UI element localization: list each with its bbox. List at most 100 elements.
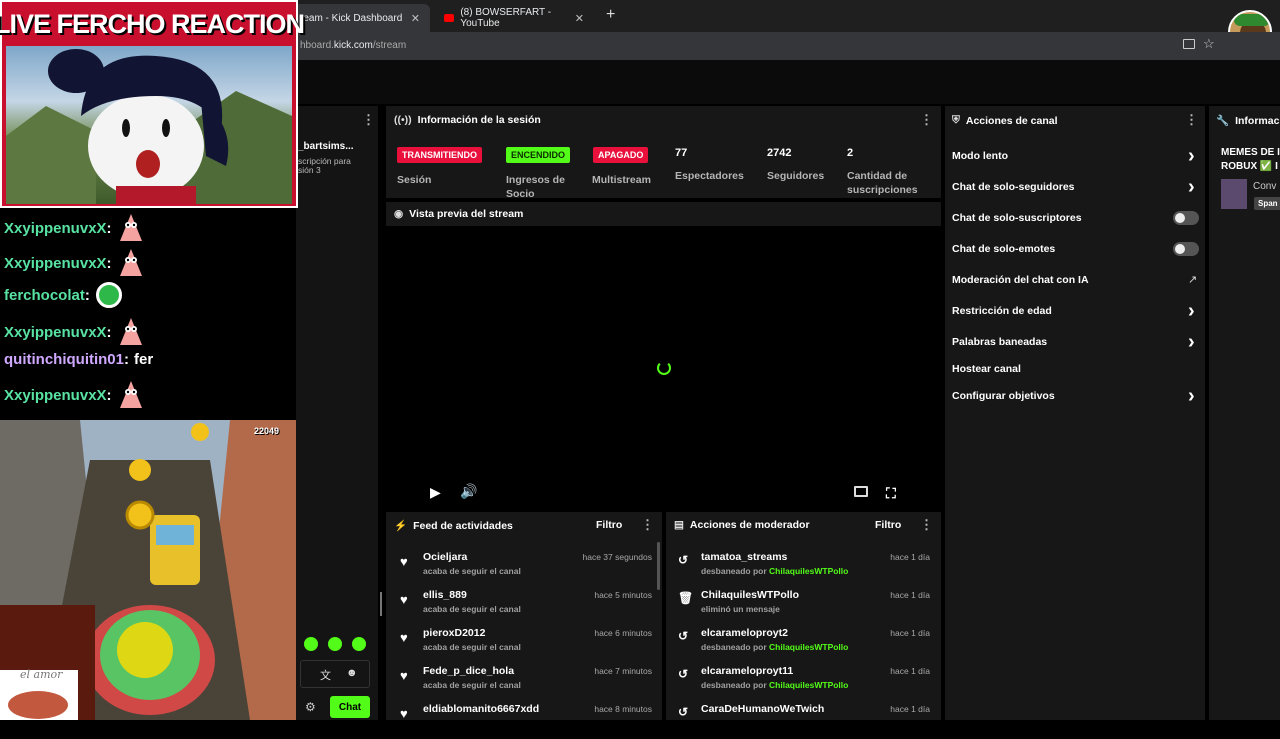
activity-description: acaba de seguir el canal — [423, 642, 521, 652]
activity-time: hace 37 segundos — [582, 552, 652, 562]
moderator-time: hace 1 día — [890, 590, 930, 600]
pip-icon[interactable] — [854, 486, 868, 497]
moderator-action: desbaneado por ChilaquilesWTPollo — [701, 566, 848, 576]
channel-action-moderaci-n-del-chat-con-ia[interactable]: Moderación del chat con IA — [952, 274, 1089, 286]
toggle-switch[interactable] — [1173, 242, 1199, 256]
patrick-emote-icon — [118, 213, 144, 243]
chat-send-button[interactable]: Chat — [330, 696, 370, 718]
chevron-right-icon[interactable]: › — [1188, 146, 1195, 166]
activity-description: acaba de seguir el canal — [423, 566, 521, 576]
toggle-switch[interactable] — [1173, 211, 1199, 225]
moderator-target[interactable]: elcarameloproyt2 — [701, 627, 788, 639]
channel-action-chat-de-solo-suscriptores[interactable]: Chat de solo-suscriptores — [952, 212, 1082, 224]
activity-row[interactable]: ♥ ellis_889 acaba de seguir el canal hace 5… — [394, 589, 656, 625]
chat-username: XxyippenuvxX — [4, 254, 107, 272]
scrollbar[interactable] — [380, 592, 382, 616]
channel-action-restricci-n-de-edad[interactable]: Restricción de edad — [952, 305, 1052, 317]
activity-username[interactable]: pieroxD2012 — [423, 627, 485, 639]
moderator-filter-button[interactable]: Filtro — [875, 519, 901, 531]
play-icon[interactable]: ▶ — [430, 484, 441, 501]
more-options-icon[interactable]: ⋮ — [920, 112, 933, 128]
action-text: desbaneado por — [701, 680, 770, 690]
chevron-right-icon[interactable]: › — [1188, 386, 1195, 406]
moderator-name[interactable]: ChilaquilesWTPollo — [769, 680, 848, 690]
chevron-right-icon[interactable]: › — [1188, 301, 1195, 321]
more-options-icon[interactable]: ⋮ — [362, 112, 375, 128]
more-options-icon[interactable]: ⋮ — [920, 517, 933, 533]
moderator-name[interactable]: ChilaquilesWTPollo — [769, 642, 848, 652]
scrollbar[interactable] — [657, 542, 660, 590]
activity-username[interactable]: ellis_889 — [423, 589, 467, 601]
undo-icon: ↺ — [678, 705, 689, 719]
followers-label: Seguidores — [767, 170, 825, 182]
channel-action-modo-lento[interactable]: Modo lento — [952, 150, 1008, 162]
activity-row[interactable]: ♥ Ocieljara acaba de seguir el canal hace 3… — [394, 551, 656, 587]
moderator-row[interactable]: 🗑 ChilaquilesWTPollo eliminó un mensaje hac… — [674, 589, 936, 625]
moderator-row[interactable]: ↺ elcarameloproyt2 desbaneado por Chilaqui… — [674, 627, 936, 663]
tab-kick-dashboard[interactable]: ream - Kick Dashboard ✕ — [290, 4, 430, 32]
chat-username: XxyippenuvxX — [4, 386, 107, 404]
settings-icon[interactable]: ⚙ — [305, 700, 316, 714]
close-tab-icon[interactable]: ✕ — [575, 12, 584, 25]
moderator-target[interactable]: CaraDeHumanoWeTwich — [701, 703, 824, 715]
moderator-row[interactable]: ↺ tamatoa_streams desbaneado por Chilaquil… — [674, 551, 936, 587]
fullscreen-icon[interactable]: ⛶ — [886, 485, 896, 502]
emote-icon[interactable] — [328, 637, 342, 651]
category-thumbnail[interactable] — [1221, 179, 1247, 209]
language-tag: Span — [1254, 197, 1280, 210]
info-header: 🔧 Informaci — [1216, 114, 1280, 128]
bookmark-star-icon[interactable]: ☆ — [1203, 36, 1215, 52]
emote-icon[interactable] — [352, 637, 366, 651]
moderator-row[interactable]: ↺ CaraDeHumanoWeTwich hace 1 día — [674, 703, 936, 739]
moderator-target[interactable]: elcarameloproyt11 — [701, 665, 793, 677]
more-options-icon[interactable]: ⋮ — [1185, 112, 1198, 128]
activity-description: acaba de seguir el canal — [423, 680, 521, 690]
emoji-icon[interactable]: ☻ — [346, 667, 358, 679]
close-tab-icon[interactable]: ✕ — [411, 12, 420, 25]
overlay-chat-line: XxyippenuvxX: — [4, 380, 144, 410]
heart-icon: ♥ — [400, 554, 408, 569]
viewers-count: 77 — [675, 147, 688, 159]
channel-action-palabras-baneadas[interactable]: Palabras baneadas — [952, 336, 1047, 348]
status-badge-multistream: APAGADO — [593, 147, 649, 163]
url-text[interactable]: hboard.kick.com/stream — [300, 40, 406, 51]
translate-icon[interactable]: 文 — [320, 667, 331, 683]
emote-icon[interactable] — [304, 637, 318, 651]
patrick-emote-icon — [118, 317, 144, 347]
moderator-target[interactable]: ChilaquilesWTPollo — [701, 589, 799, 601]
activity-row[interactable]: ♥ eldiablomanito6667xdd hace 8 minutos — [394, 703, 656, 739]
crying-emote-icon — [95, 282, 122, 308]
moderator-time: hace 1 día — [890, 704, 930, 714]
chevron-right-icon[interactable]: › — [1188, 332, 1195, 352]
activity-filter-button[interactable]: Filtro — [596, 519, 622, 531]
moderator-row[interactable]: ↺ elcarameloproyt11 desbaneado por Chilaqu… — [674, 665, 936, 701]
game-clip: 22049 el amor — [0, 420, 296, 720]
badge-caption: Multistream — [592, 174, 651, 186]
channel-action-chat-de-solo-emotes[interactable]: Chat de solo-emotes — [952, 243, 1055, 255]
session-header: ((•)) Información de la sesión — [394, 114, 541, 126]
activity-row[interactable]: ♥ Fede_p_dice_hola acaba de seguir el cana… — [394, 665, 656, 701]
activity-username[interactable]: Fede_p_dice_hola — [423, 665, 514, 677]
list-icon: ▤ — [674, 519, 684, 531]
action-text: desbaneado por — [701, 642, 770, 652]
new-tab-button[interactable]: + — [606, 6, 615, 24]
moderator-target[interactable]: tamatoa_streams — [701, 551, 787, 563]
install-app-icon[interactable] — [1183, 39, 1195, 49]
volume-icon[interactable]: 🔊 — [460, 483, 477, 500]
activity-row[interactable]: ♥ pieroxD2012 acaba de seguir el canal hace… — [394, 627, 656, 663]
activity-username[interactable]: Ocieljara — [423, 551, 467, 563]
more-options-icon[interactable]: ⋮ — [641, 517, 654, 533]
channel-action-chat-de-solo-seguidores[interactable]: Chat de solo-seguidores — [952, 181, 1075, 193]
channel-action-configurar-objetivos[interactable]: Configurar objetivos — [952, 390, 1055, 402]
overlay-title: LIVE FERCHO REACTION — [0, 8, 305, 39]
chat-input[interactable] — [300, 660, 370, 688]
channel-actions-header: ⛨ Acciones de canal — [952, 114, 1058, 127]
lightning-icon: ⚡ — [394, 520, 408, 532]
channel-actions-panel — [945, 106, 1205, 720]
channel-action-hostear-canal[interactable]: Hostear canal — [952, 363, 1021, 375]
chevron-right-icon[interactable]: › — [1188, 177, 1195, 197]
external-link-icon[interactable]: ↗ — [1188, 273, 1197, 286]
moderator-name[interactable]: ChilaquilesWTPollo — [769, 566, 848, 576]
activity-username[interactable]: eldiablomanito6667xdd — [423, 703, 539, 715]
tab-youtube[interactable]: (8) BOWSERFART - YouTube ✕ — [434, 4, 594, 32]
